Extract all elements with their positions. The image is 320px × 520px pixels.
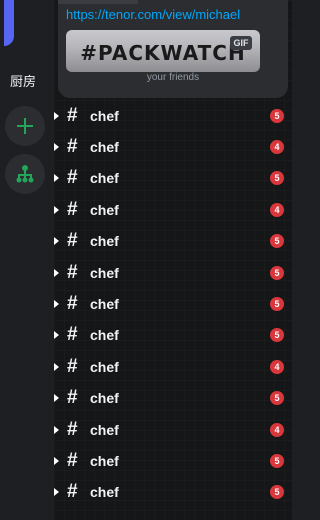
- caret-right-icon: [54, 394, 59, 403]
- channel-item[interactable]: # chef 5: [54, 163, 292, 194]
- hash-icon: #: [67, 104, 78, 126]
- caret-right-icon: [54, 488, 59, 497]
- channel-name: chef: [90, 327, 119, 344]
- caret-right-icon: [54, 205, 59, 214]
- hash-icon: #: [67, 324, 78, 346]
- channel-name: chef: [90, 264, 119, 281]
- tenor-link[interactable]: https://tenor.com/view/michael: [66, 7, 240, 22]
- link-preview-card[interactable]: https://tenor.com/view/michael #PACKWATC…: [58, 0, 288, 98]
- channel-item[interactable]: # chef 4: [54, 131, 292, 162]
- selected-server-indicator: [4, 0, 14, 46]
- card-footer-text: your friends: [146, 72, 200, 83]
- caret-right-icon: [54, 143, 59, 152]
- mention-badge: 5: [270, 265, 284, 280]
- mention-badge: 5: [270, 297, 284, 312]
- channel-name: chef: [90, 452, 119, 469]
- mention-badge: 5: [270, 391, 284, 406]
- channel-item[interactable]: # chef 5: [54, 226, 292, 257]
- hash-icon: #: [67, 167, 78, 189]
- channel-name: chef: [90, 390, 119, 407]
- mention-badge: 4: [270, 359, 284, 374]
- channel-item[interactable]: # chef 5: [54, 100, 292, 131]
- mention-badge: 5: [270, 485, 284, 500]
- channel-item[interactable]: # chef 4: [54, 194, 292, 225]
- mention-badge: 4: [270, 140, 284, 155]
- hash-icon: #: [67, 418, 78, 440]
- hash-icon: #: [67, 198, 78, 220]
- caret-right-icon: [54, 300, 59, 309]
- channel-item[interactable]: # chef 5: [54, 257, 292, 288]
- channel-list: # chef 5 # chef 4 # chef 5 # chef 4 # chef 5 # chef…: [54, 100, 292, 508]
- channel-name: chef: [90, 296, 119, 313]
- hash-icon: #: [67, 355, 78, 377]
- mention-badge: 5: [270, 171, 284, 186]
- mention-badge: 5: [270, 453, 284, 468]
- channel-name: chef: [90, 233, 119, 250]
- hierarchy-icon: [16, 165, 34, 183]
- channel-name: chef: [90, 358, 119, 375]
- gif-preview[interactable]: #PACKWATCH GIF: [66, 30, 260, 72]
- caret-right-icon: [54, 425, 59, 434]
- channel-name: chef: [90, 201, 119, 218]
- channel-name: chef: [90, 170, 119, 187]
- channel-item[interactable]: # chef 5: [54, 445, 292, 476]
- caret-right-icon: [54, 331, 59, 340]
- channel-name: chef: [90, 421, 119, 438]
- channel-name: chef: [90, 139, 119, 156]
- channel-item[interactable]: # chef 4: [54, 351, 292, 382]
- channel-item[interactable]: # chef 4: [54, 414, 292, 445]
- hash-icon: #: [67, 449, 78, 471]
- mention-badge: 4: [270, 202, 284, 217]
- mention-badge: 5: [270, 328, 284, 343]
- mention-badge: 5: [270, 108, 284, 123]
- hash-icon: #: [67, 230, 78, 252]
- channel-item[interactable]: # chef 5: [54, 383, 292, 414]
- caret-right-icon: [54, 111, 59, 120]
- hash-icon: #: [67, 136, 78, 158]
- caret-right-icon: [54, 362, 59, 371]
- mention-badge: 4: [270, 422, 284, 437]
- hash-icon: #: [67, 261, 78, 283]
- hash-icon: #: [67, 387, 78, 409]
- hash-icon: #: [67, 293, 78, 315]
- channel-name: chef: [90, 484, 119, 501]
- channel-name: chef: [90, 107, 119, 124]
- server-rail: 厨房: [0, 0, 54, 520]
- add-server-button[interactable]: [5, 106, 45, 146]
- gif-badge: GIF: [230, 36, 252, 50]
- card-top-strip: [58, 0, 138, 4]
- caret-right-icon: [54, 268, 59, 277]
- caret-right-icon: [54, 174, 59, 183]
- discover-servers-button[interactable]: [5, 154, 45, 194]
- channel-item[interactable]: # chef 5: [54, 320, 292, 351]
- mention-badge: 5: [270, 234, 284, 249]
- plus-icon: [17, 118, 33, 134]
- caret-right-icon: [54, 456, 59, 465]
- server-label[interactable]: 厨房: [10, 71, 36, 90]
- channel-item[interactable]: # chef 5: [54, 477, 292, 508]
- caret-right-icon: [54, 237, 59, 246]
- hash-icon: #: [67, 481, 78, 503]
- channel-item[interactable]: # chef 5: [54, 288, 292, 319]
